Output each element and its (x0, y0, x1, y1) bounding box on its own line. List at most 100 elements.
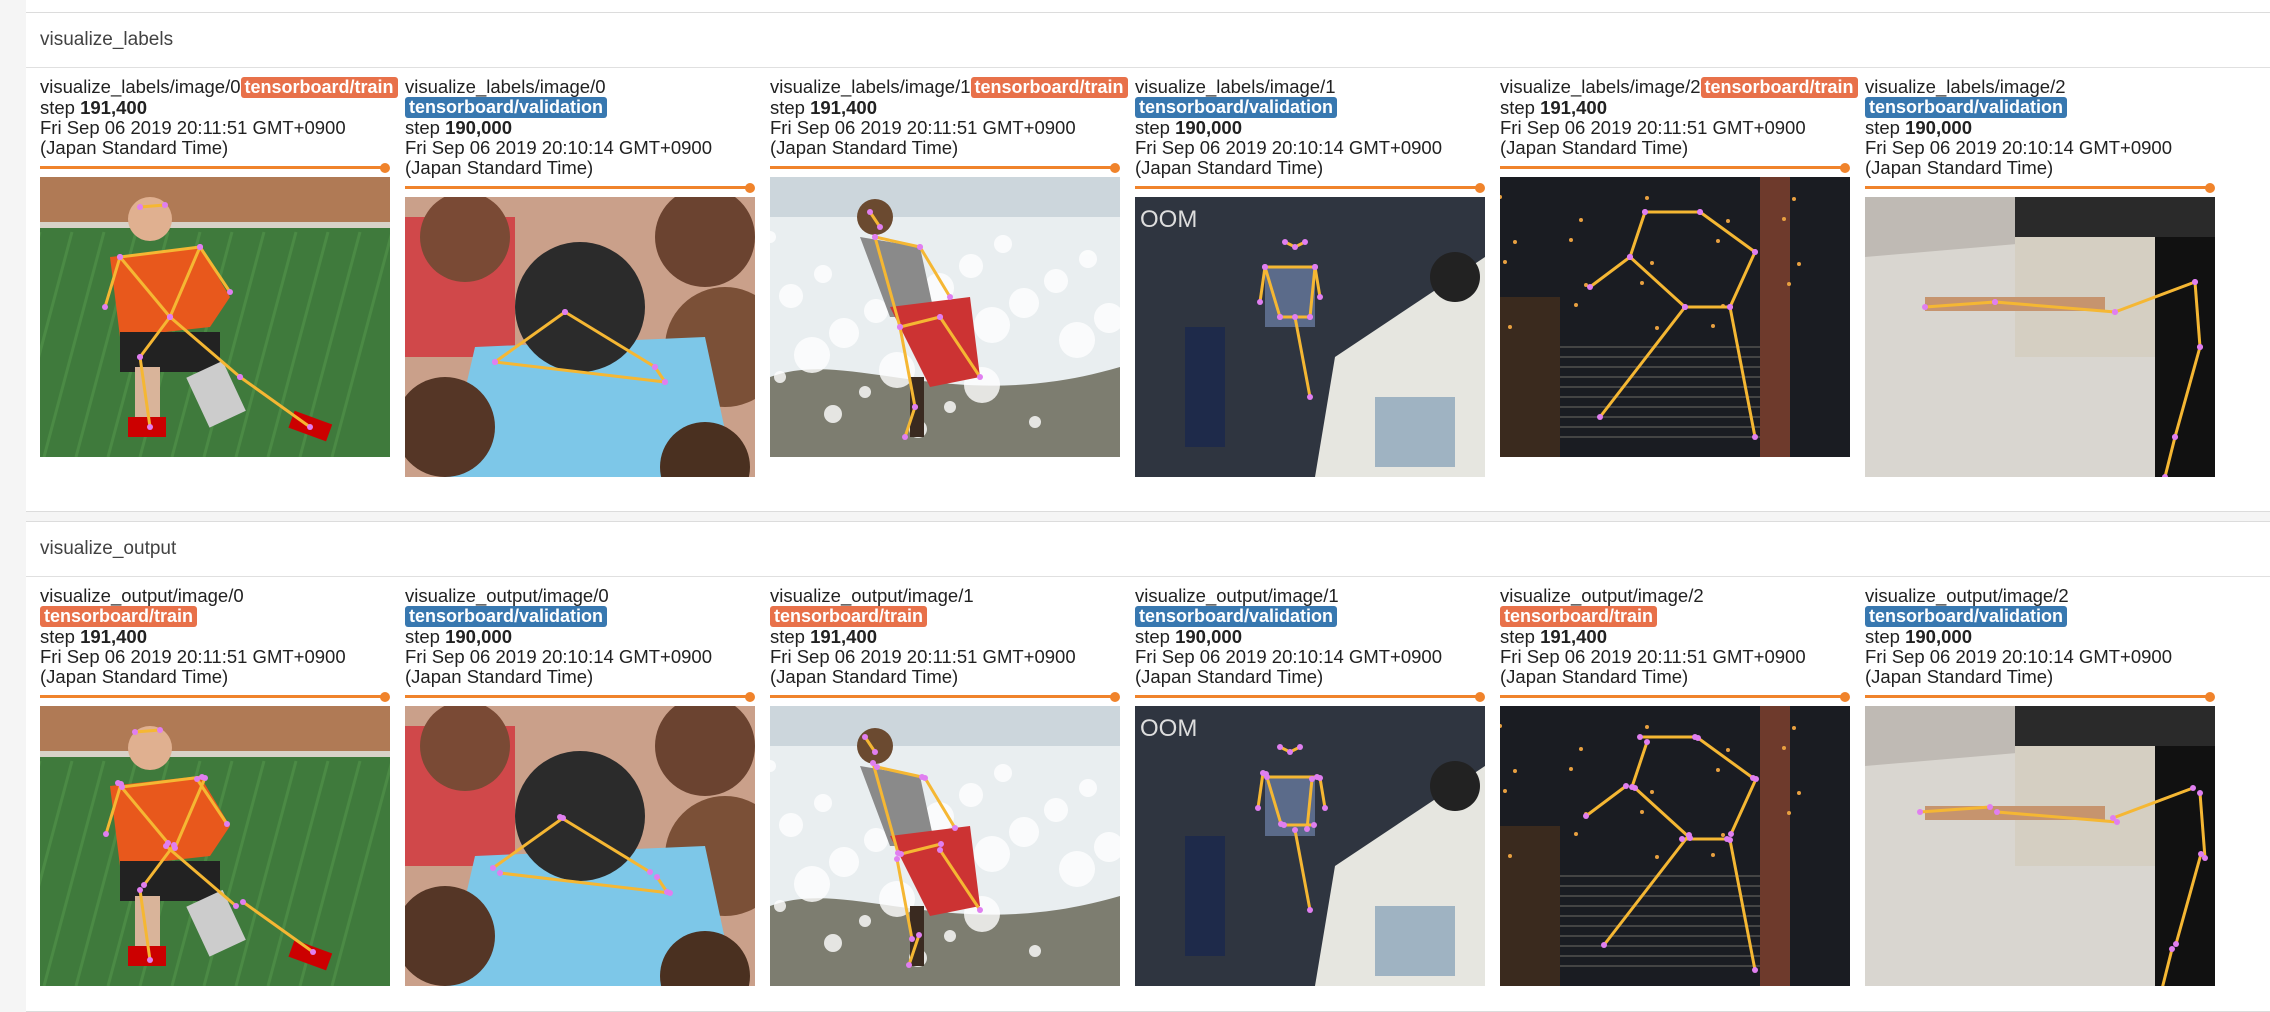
wall-time: Fri Sep 06 2019 20:11:51 GMT+0900 (770, 646, 1076, 667)
step-slider[interactable] (1500, 695, 1845, 698)
step-prefix: step (1865, 626, 1906, 647)
pose-image (1865, 197, 2215, 477)
step-slider[interactable] (1135, 695, 1480, 698)
run-badge: tensorboard/validation (1135, 606, 1338, 627)
time-zone: (Japan Standard Time) (405, 666, 594, 687)
pose-image (770, 706, 1120, 986)
wall-time: Fri Sep 06 2019 20:11:51 GMT+0900 (1500, 646, 1806, 667)
slider-knob[interactable] (380, 691, 390, 702)
pose-image (40, 706, 390, 986)
image-card: visualize_labels/image/2 tensorboard/trai… (1500, 76, 1858, 457)
card-title: visualize_output/image/1 (770, 586, 1120, 606)
run-badge: tensorboard/train (240, 77, 398, 98)
step-value: 190,000 (1905, 117, 1972, 138)
slider-knob[interactable] (745, 691, 755, 702)
slider-knob[interactable] (1840, 691, 1850, 702)
run-badge: tensorboard/validation (1865, 97, 2068, 118)
step-slider[interactable] (1865, 186, 2210, 189)
time-zone: (Japan Standard Time) (1865, 157, 2054, 178)
step-label: step 191,400 (40, 627, 390, 647)
step-prefix: step (40, 626, 81, 647)
left-margin (0, 0, 26, 1010)
run-badge: tensorboard/train (970, 77, 1128, 98)
pose-image (405, 197, 755, 477)
card-title: visualize_labels/image/2 tensorboard/trai… (1500, 76, 1858, 98)
pose-image (405, 706, 755, 986)
time-zone: (Japan Standard Time) (40, 666, 229, 687)
step-slider[interactable] (1865, 695, 2210, 698)
tag-name: visualize_labels/image/2 (1865, 76, 2066, 97)
step-prefix: step (770, 626, 811, 647)
slider-knob[interactable] (1840, 162, 1850, 173)
image-card: visualize_labels/image/1 tensorboard/vali… (1135, 77, 1485, 477)
wall-time: Fri Sep 06 2019 20:11:51 GMT+0900 (40, 646, 346, 667)
image-card: visualize_output/image/0 tensorboard/vali… (405, 585, 755, 986)
run-badge: tensorboard/train (1700, 77, 1858, 98)
step-label: step 190,000 (1865, 118, 2215, 138)
tag-name: visualize_output/image/0 (405, 585, 609, 606)
time-zone: (Japan Standard Time) (770, 137, 959, 158)
time-zone: (Japan Standard Time) (1135, 157, 1324, 178)
step-slider[interactable] (40, 695, 385, 698)
slider-knob[interactable] (1475, 691, 1485, 702)
step-label: step 191,400 (1500, 98, 1850, 118)
step-label: step 190,000 (1865, 627, 2215, 647)
run-badge: tensorboard/train (770, 606, 928, 627)
step-slider[interactable] (770, 166, 1115, 169)
svg-text:OOM: OOM (1140, 206, 1197, 233)
wall-time: Fri Sep 06 2019 20:10:14 GMT+0900 (1865, 646, 2172, 667)
step-value: 190,000 (1175, 117, 1242, 138)
run-badge: tensorboard/validation (1135, 97, 1338, 118)
wall-time: Fri Sep 06 2019 20:10:14 GMT+0900 (1865, 137, 2172, 158)
wall-time: Fri Sep 06 2019 20:10:14 GMT+0900 (1135, 646, 1442, 667)
tag-name: visualize_labels/image/2 (1500, 76, 1701, 97)
card-title: visualize_labels/image/1 (1135, 77, 1485, 97)
step-label: step 190,000 (405, 118, 755, 138)
step-slider[interactable] (1500, 166, 1845, 169)
time-zone: (Japan Standard Time) (1500, 137, 1689, 158)
card-title: visualize_output/image/2 (1500, 586, 1850, 606)
tag-name: visualize_output/image/1 (770, 585, 974, 606)
slider-knob[interactable] (1110, 162, 1120, 173)
time-zone: (Japan Standard Time) (1135, 666, 1324, 687)
step-label: step 191,400 (770, 98, 1120, 118)
image-card: visualize_output/image/1 tensorboard/vali… (1135, 586, 1485, 986)
card-title: visualize_output/image/2 (1865, 586, 2215, 606)
step-prefix: step (405, 117, 446, 138)
slider-knob[interactable] (1110, 691, 1120, 702)
card-title: visualize_labels/image/1 tensorboard/trai… (770, 77, 1128, 98)
card-title: visualize_output/image/1 (1135, 586, 1485, 606)
step-label: step 190,000 (1135, 627, 1485, 647)
step-slider[interactable] (1135, 186, 1480, 189)
image-card: visualize_labels/image/0 tensorboard/trai… (40, 76, 398, 457)
step-label: step 191,400 (770, 627, 1120, 647)
step-value: 191,400 (80, 97, 147, 118)
step-prefix: step (1865, 117, 1906, 138)
step-prefix: step (1500, 97, 1541, 118)
time-zone: (Japan Standard Time) (1865, 666, 2054, 687)
slider-knob[interactable] (380, 162, 390, 173)
tag-name: visualize_labels/image/0 (405, 76, 606, 97)
step-slider[interactable] (405, 186, 750, 189)
slider-knob[interactable] (745, 182, 755, 193)
step-slider[interactable] (770, 695, 1115, 698)
slider-knob[interactable] (2205, 182, 2215, 193)
image-card: visualize_labels/image/1 tensorboard/trai… (770, 77, 1128, 457)
slider-knob[interactable] (2205, 691, 2215, 702)
image-card: visualize_labels/image/0 tensorboard/vali… (405, 76, 755, 477)
card-title: visualize_labels/image/2 (1865, 77, 2215, 97)
image-card: visualize_output/image/0 tensorboard/trai… (40, 586, 390, 986)
slider-knob[interactable] (1475, 182, 1485, 193)
wall-time: Fri Sep 06 2019 20:11:51 GMT+0900 (1500, 117, 1806, 138)
step-slider[interactable] (405, 695, 750, 698)
group-title[interactable]: visualize_labels (26, 13, 2270, 68)
run-badge: tensorboard/validation (405, 97, 608, 118)
time-zone: (Japan Standard Time) (770, 666, 959, 687)
group-title[interactable]: visualize_output (26, 522, 2270, 577)
tag-name: visualize_labels/image/0 (40, 76, 241, 97)
time-zone: (Japan Standard Time) (1500, 666, 1689, 687)
step-slider[interactable] (40, 166, 385, 169)
image-card: visualize_output/image/1 tensorboard/trai… (770, 586, 1120, 986)
pose-image (40, 177, 390, 457)
pose-image (1500, 177, 1850, 457)
